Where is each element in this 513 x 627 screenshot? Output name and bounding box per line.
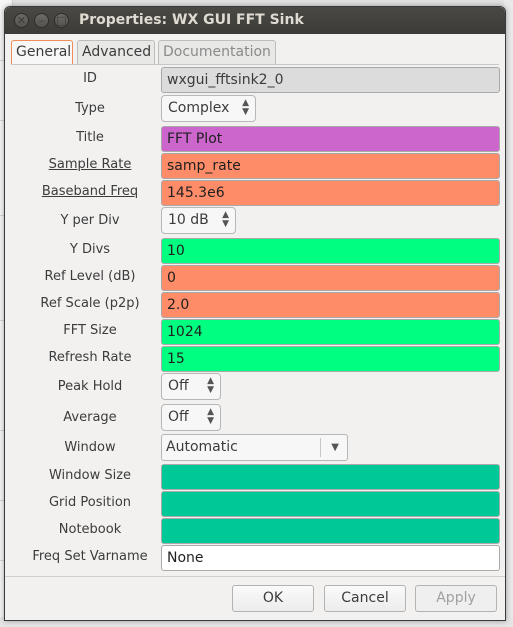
sample-rate-field[interactable]: samp_rate [161,153,500,179]
param-label-average: Average [63,410,117,425]
param-label-refresh-rate: Refresh Rate [48,350,132,365]
param-label-sample-rate: Sample Rate [48,157,132,172]
properties-dialog: ✕ – □ Properties: WX GUI FFT Sink Genera… [4,6,506,621]
updown-arrows-icon: ▲ ▼ [207,407,214,426]
peak-hold-select[interactable]: Off ▲ ▼ [161,373,221,400]
tab-advanced[interactable]: Advanced [77,40,155,64]
id-field[interactable]: wxgui_fftsink2_0 [161,67,500,93]
ok-button[interactable]: OK [232,585,314,612]
y-divs-field[interactable]: 10 [161,238,500,264]
cancel-button[interactable]: Cancel [324,585,406,612]
minimize-icon[interactable]: – [34,13,49,28]
title-bar[interactable]: ✕ – □ Properties: WX GUI FFT Sink [5,7,505,34]
param-label-id: ID [83,71,97,86]
average-value: Off [168,409,189,425]
param-label-y-per-div: Y per Div [60,213,120,228]
window-title: Properties: WX GUI FFT Sink [79,12,304,28]
baseband-freq-field[interactable]: 145.3e6 [161,180,500,206]
updown-arrows-icon: ▲ ▼ [242,98,249,117]
freq-set-varname-field[interactable]: None [161,545,500,571]
button-bar-divider [5,576,505,577]
param-label-freq-set-varname: Freq Set Varname [32,549,148,564]
apply-button[interactable]: Apply [415,585,497,612]
y-per-div-value: 10 dB [168,212,209,228]
combo-separator [320,438,321,457]
window-value: Automatic [166,439,238,455]
maximize-icon[interactable]: □ [54,13,69,28]
param-label-peak-hold: Peak Hold [57,379,123,394]
param-label-ref-level: Ref Level (dB) [44,269,136,284]
fft-size-field[interactable]: 1024 [161,319,500,345]
param-label-baseband-freq: Baseband Freq [41,184,139,199]
grid-position-field[interactable] [161,491,500,517]
param-label-ref-scale: Ref Scale (p2p) [40,296,140,311]
param-label-window-size: Window Size [48,468,132,483]
tab-general[interactable]: General [11,40,73,64]
notebook-field[interactable] [161,518,500,544]
type-value: Complex [168,100,230,116]
tab-divider [11,64,499,65]
updown-arrows-icon: ▲ ▼ [222,210,229,229]
ref-level-field[interactable]: 0 [161,265,500,291]
param-label-type: Type [75,101,105,116]
param-label-notebook: Notebook [58,522,122,537]
param-label-grid-position: Grid Position [48,495,132,510]
type-select[interactable]: Complex ▲ ▼ [161,95,256,122]
param-label-title: Title [76,130,104,145]
ref-scale-field[interactable]: 2.0 [161,292,500,318]
close-icon[interactable]: ✕ [14,13,29,28]
y-per-div-select[interactable]: 10 dB ▲ ▼ [161,207,236,234]
title-field[interactable]: FFT Plot [161,126,500,152]
window-combo[interactable]: Automatic ▼ [161,434,348,461]
peak-hold-value: Off [168,378,189,394]
tab-documentation[interactable]: Documentation [158,40,276,64]
param-label-fft-size: FFT Size [63,323,117,338]
updown-arrows-icon: ▲ ▼ [207,376,214,395]
chevron-down-icon: ▼ [331,442,339,453]
param-label-y-divs: Y Divs [69,242,111,257]
average-select[interactable]: Off ▲ ▼ [161,404,221,431]
param-label-window: Window [64,440,116,455]
window-size-field[interactable] [161,464,500,490]
refresh-rate-field[interactable]: 15 [161,346,500,372]
